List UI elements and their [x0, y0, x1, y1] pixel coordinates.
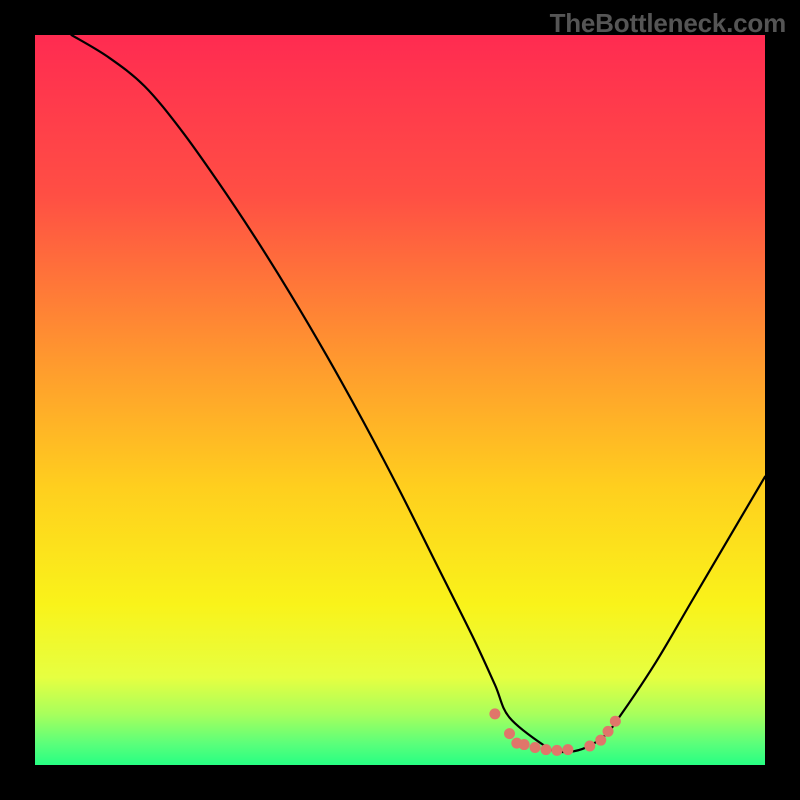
marker-dot — [610, 716, 621, 727]
marker-dot — [541, 744, 552, 755]
chart-canvas: TheBottleneck.com — [0, 0, 800, 800]
marker-dot — [562, 744, 573, 755]
marker-dot — [584, 741, 595, 752]
marker-dot — [530, 742, 541, 753]
marker-dot — [504, 728, 515, 739]
bottleneck-curve — [72, 35, 766, 752]
curve-layer — [35, 35, 765, 765]
watermark-text: TheBottleneck.com — [550, 8, 786, 39]
marker-dot — [519, 739, 530, 750]
marker-dot — [489, 708, 500, 719]
marker-dot — [603, 726, 614, 737]
marker-dot — [551, 745, 562, 756]
plot-area — [35, 35, 765, 765]
marker-dot — [595, 735, 606, 746]
